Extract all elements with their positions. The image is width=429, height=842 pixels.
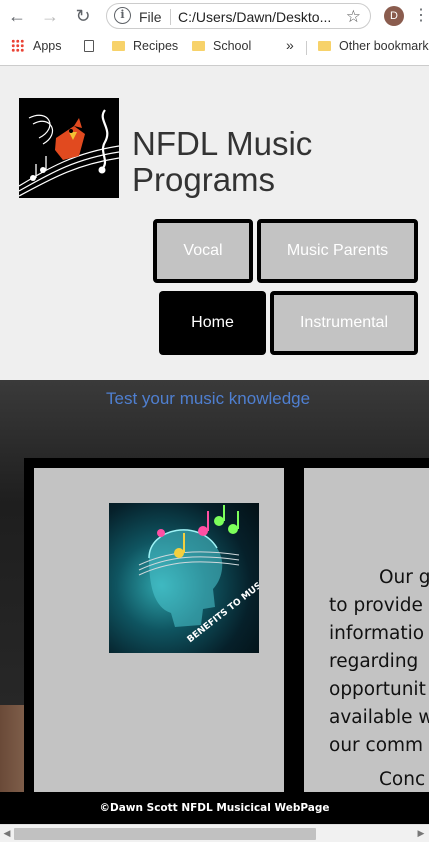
file-scheme-label: File — [139, 9, 162, 25]
folder-icon — [192, 41, 205, 51]
address-divider — [170, 9, 171, 25]
site-footer: ©Dawn Scott NFDL Musicical WebPage — [0, 792, 429, 824]
intro-text-panel: Our g to provide informatio regarding op… — [304, 468, 429, 792]
image-panel: BENEFITS TO MUSIC — [34, 468, 284, 792]
scroll-left-arrow-icon[interactable]: ◀ — [2, 828, 12, 839]
music-logo-image — [19, 98, 119, 198]
bookmark-other[interactable]: Other bookmarks — [318, 39, 429, 53]
more-menu-icon[interactable]: ⋮ — [413, 5, 429, 27]
scroll-right-arrow-icon[interactable]: ▶ — [416, 828, 426, 839]
nav-music-parents-label: Music Parents — [286, 242, 389, 259]
intro-line: regarding — [329, 651, 419, 672]
intro-paragraph: Our g to provide informatio regarding op… — [329, 564, 429, 792]
nav-instrumental[interactable]: Instrumental — [270, 291, 418, 355]
site-header: NFDL Music Programs Vocal Music Parents … — [0, 66, 429, 380]
browser-toolbar: ← → ↻ i File C:/Users/Dawn/Deskto... ☆ D… — [0, 0, 429, 32]
intro-line: our comm — [329, 735, 424, 756]
benefits-of-music-image: BENEFITS TO MUSIC — [109, 503, 259, 653]
nav-home[interactable]: Home — [159, 291, 266, 355]
bookmark-school[interactable]: School — [192, 39, 251, 53]
bookmark-page[interactable] — [84, 39, 94, 53]
content-stage: Test your music knowledge BENEFITS TO MU… — [0, 380, 429, 792]
intro-line: available w — [329, 707, 429, 728]
horizontal-scrollbar[interactable]: ◀ ▶ — [0, 824, 429, 842]
bookmark-recipes-label: Recipes — [133, 39, 179, 53]
folder-icon — [112, 41, 125, 51]
site-title: NFDL Music Programs — [132, 125, 313, 198]
scrollbar-thumb[interactable] — [14, 828, 316, 840]
bookmarks-bar: Apps Recipes School » Other bookmarks — [0, 33, 429, 61]
url-text[interactable]: C:/Users/Dawn/Deskto... — [178, 9, 331, 25]
bookmarks-overflow[interactable]: » — [286, 37, 294, 53]
footer-copyright: ©Dawn Scott NFDL Musicical WebPage — [99, 802, 330, 814]
page-icon — [84, 40, 94, 52]
intro-line: opportunit — [329, 679, 426, 700]
address-bar[interactable]: i File C:/Users/Dawn/Deskto... ☆ — [106, 3, 371, 29]
bookmark-star-icon[interactable]: ☆ — [346, 7, 361, 27]
nav-vocal[interactable]: Vocal — [153, 219, 253, 283]
bookmark-apps-label: Apps — [33, 39, 62, 53]
folder-icon — [318, 41, 331, 51]
intro-line: Our g — [379, 567, 429, 588]
browser-chrome: ← → ↻ i File C:/Users/Dawn/Deskto... ☆ D… — [0, 0, 429, 66]
profile-avatar[interactable]: D — [384, 6, 404, 26]
nav-instrumental-label: Instrumental — [299, 314, 389, 331]
nav-music-parents[interactable]: Music Parents — [257, 219, 418, 283]
bookmark-apps[interactable]: Apps — [11, 39, 62, 53]
back-arrow-icon[interactable]: ← — [6, 5, 28, 27]
apps-grid-icon — [11, 39, 24, 52]
intro-line: Conc — [379, 769, 426, 790]
bookmarks-divider — [306, 41, 307, 55]
music-quiz-link[interactable]: Test your music knowledge — [106, 389, 310, 409]
forward-arrow-icon[interactable]: → — [39, 5, 61, 27]
reload-icon[interactable]: ↻ — [72, 5, 94, 27]
intro-line: to provide — [329, 595, 423, 616]
bookmark-other-label: Other bookmarks — [339, 39, 429, 53]
content-panels: BENEFITS TO MUSIC Our g to provide infor… — [24, 458, 429, 792]
intro-line: informatio — [329, 623, 425, 644]
info-icon[interactable]: i — [114, 7, 131, 24]
bookmark-recipes[interactable]: Recipes — [112, 39, 178, 53]
nav-home-label: Home — [191, 314, 234, 331]
nav-vocal-label: Vocal — [183, 242, 223, 259]
bookmark-school-label: School — [213, 39, 252, 53]
